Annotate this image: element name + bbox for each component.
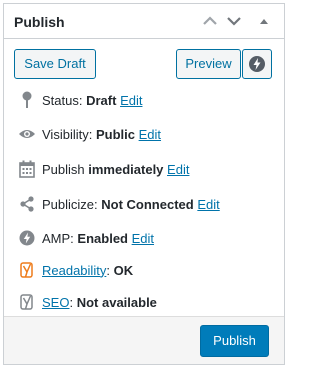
yoast-icon — [18, 261, 36, 279]
edit-schedule-link[interactable]: Edit — [167, 162, 189, 177]
schedule-label: Publish — [42, 161, 85, 177]
edit-status-link[interactable]: Edit — [120, 93, 142, 108]
status-row: Status: Draft Edit — [18, 90, 142, 110]
lightning-bolt-icon — [18, 229, 36, 247]
move-up-button[interactable] — [199, 11, 221, 31]
readability-row: Readability: OK — [18, 260, 133, 280]
schedule-value: immediately — [88, 161, 164, 177]
status-label: Status: — [42, 92, 83, 108]
visibility-label: Visibility: — [42, 126, 93, 142]
triangle-up-icon — [260, 19, 268, 24]
lightning-bolt-icon — [249, 56, 265, 72]
seo-link[interactable]: SEO — [42, 295, 69, 310]
move-down-button[interactable] — [223, 11, 245, 31]
seo-row: SEO: Not available — [18, 292, 157, 312]
seo-sep: : — [69, 294, 74, 310]
readability-link[interactable]: Readability — [42, 263, 106, 278]
eye-icon — [18, 125, 36, 143]
publish-button[interactable]: Publish — [200, 325, 269, 357]
preview-button[interactable]: Preview — [176, 49, 241, 79]
save-draft-button[interactable]: Save Draft — [14, 49, 96, 79]
publicize-row: Publicize: Not Connected Edit — [18, 194, 220, 214]
chevron-down-icon — [227, 17, 241, 26]
edit-publicize-link[interactable]: Edit — [197, 197, 219, 212]
publish-box-header: Publish — [4, 4, 284, 39]
share-icon — [18, 195, 36, 213]
schedule-row: Publish immediately Edit — [18, 159, 189, 179]
calendar-icon — [18, 160, 36, 178]
amp-row: AMP: Enabled Edit — [18, 228, 154, 248]
publicize-value: Not Connected — [101, 196, 194, 212]
readability-value: OK — [113, 262, 134, 278]
chevron-up-icon — [203, 16, 217, 25]
toggle-panel-button[interactable] — [253, 11, 275, 31]
box-title: Publish — [14, 14, 65, 30]
publish-footer: Publish — [4, 316, 284, 364]
amp-label: AMP: — [42, 230, 74, 246]
edit-visibility-link[interactable]: Edit — [139, 127, 161, 142]
status-value: Draft — [86, 92, 117, 108]
amp-value: Enabled — [77, 230, 128, 246]
amp-preview-button[interactable] — [242, 49, 272, 79]
pin-icon — [18, 91, 36, 109]
readability-sep: : — [106, 262, 110, 278]
visibility-row: Visibility: Public Edit — [18, 124, 161, 144]
yoast-icon — [18, 293, 36, 311]
visibility-value: Public — [95, 126, 135, 142]
publish-box: Publish Save Draft Preview Status: Draft… — [3, 3, 285, 365]
seo-value: Not available — [76, 294, 157, 310]
edit-amp-link[interactable]: Edit — [132, 231, 154, 246]
publicize-label: Publicize: — [42, 196, 98, 212]
